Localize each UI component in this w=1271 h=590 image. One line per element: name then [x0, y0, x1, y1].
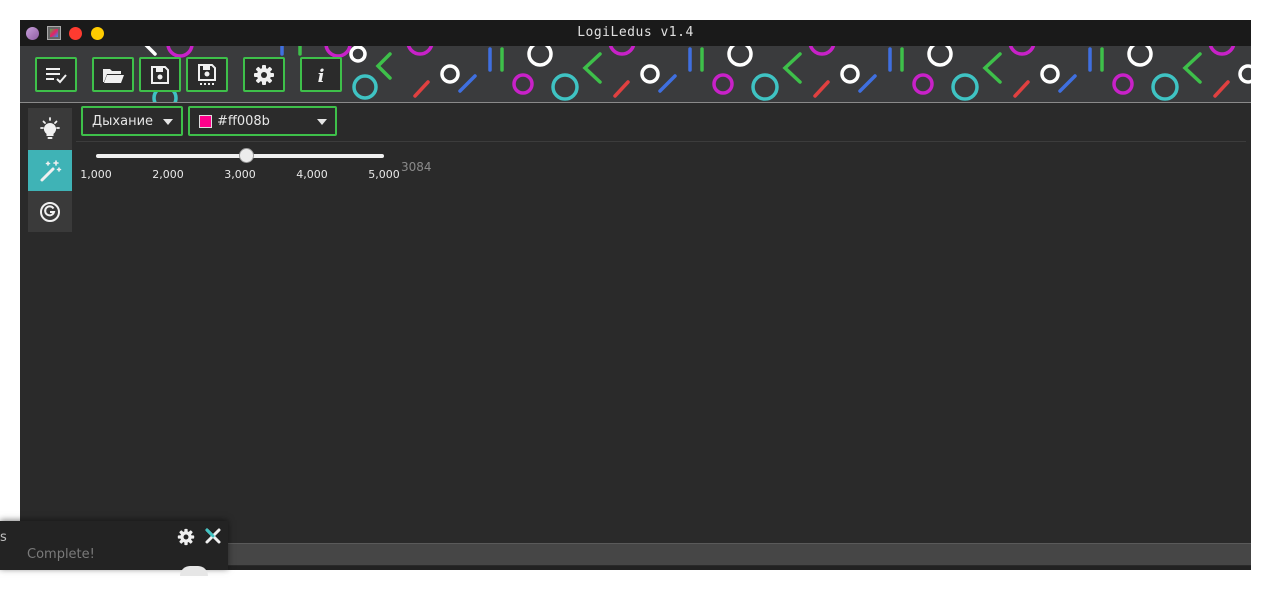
color-swatch	[199, 114, 212, 128]
speed-tick-label: 3,000	[224, 168, 256, 181]
notification-popup: s Complete!	[0, 521, 228, 576]
sidebar-item-effects[interactable]	[28, 150, 72, 191]
folder-open-icon	[103, 68, 124, 83]
speed-tick-label: 5,000	[368, 168, 400, 181]
app-window: LogiLedus v1.4 i Дыхание #ff008b 1,000 2…	[20, 20, 1251, 570]
close-icon	[205, 528, 221, 544]
save-as-button[interactable]	[186, 57, 228, 92]
sidebar-item-g-hub[interactable]	[28, 191, 72, 232]
save-button[interactable]	[139, 57, 181, 92]
sidebar-item-lighting[interactable]	[28, 108, 72, 149]
color-hex: #ff008b	[217, 113, 270, 129]
window-title: LogiLedus v1.4	[577, 25, 694, 40]
info-button[interactable]: i	[300, 57, 342, 92]
speed-tick-label: 2,000	[152, 168, 184, 181]
speed-value: 3084	[401, 160, 432, 174]
title-bar: LogiLedus v1.4	[20, 20, 1251, 46]
effect-selected: Дыхание	[92, 113, 154, 129]
banner-divider	[20, 102, 1251, 103]
controls-divider	[76, 141, 1246, 142]
save-icon	[151, 65, 169, 84]
chevron-down-icon	[163, 119, 173, 125]
notification-settings-button[interactable]	[177, 528, 195, 550]
speed-tick-label: 4,000	[296, 168, 328, 181]
mode-sidebar	[28, 108, 72, 232]
speed-tick-label: 1,000	[80, 168, 112, 181]
color-dropdown[interactable]: #ff008b	[188, 106, 337, 136]
magic-wand-icon	[40, 159, 62, 181]
notification-title: s	[0, 530, 7, 545]
notification-status: Complete!	[27, 547, 95, 562]
notification-progress-knob	[180, 566, 208, 576]
open-file-button[interactable]	[92, 57, 134, 92]
playlist-check-icon	[46, 67, 67, 83]
settings-button[interactable]	[243, 57, 285, 92]
effect-dropdown[interactable]: Дыхание	[81, 106, 183, 136]
gear-icon	[177, 528, 195, 546]
notification-close-button[interactable]	[204, 527, 222, 549]
playlist-check-button[interactable]	[35, 57, 77, 92]
save-as-icon	[198, 63, 216, 85]
g-circle-icon	[40, 201, 60, 222]
info-icon: i	[318, 66, 325, 86]
chevron-down-icon	[317, 119, 327, 125]
svg-text:i: i	[318, 66, 325, 86]
speed-slider-thumb[interactable]	[239, 148, 255, 163]
lightbulb-icon	[40, 116, 60, 139]
settings-icon	[254, 64, 274, 85]
